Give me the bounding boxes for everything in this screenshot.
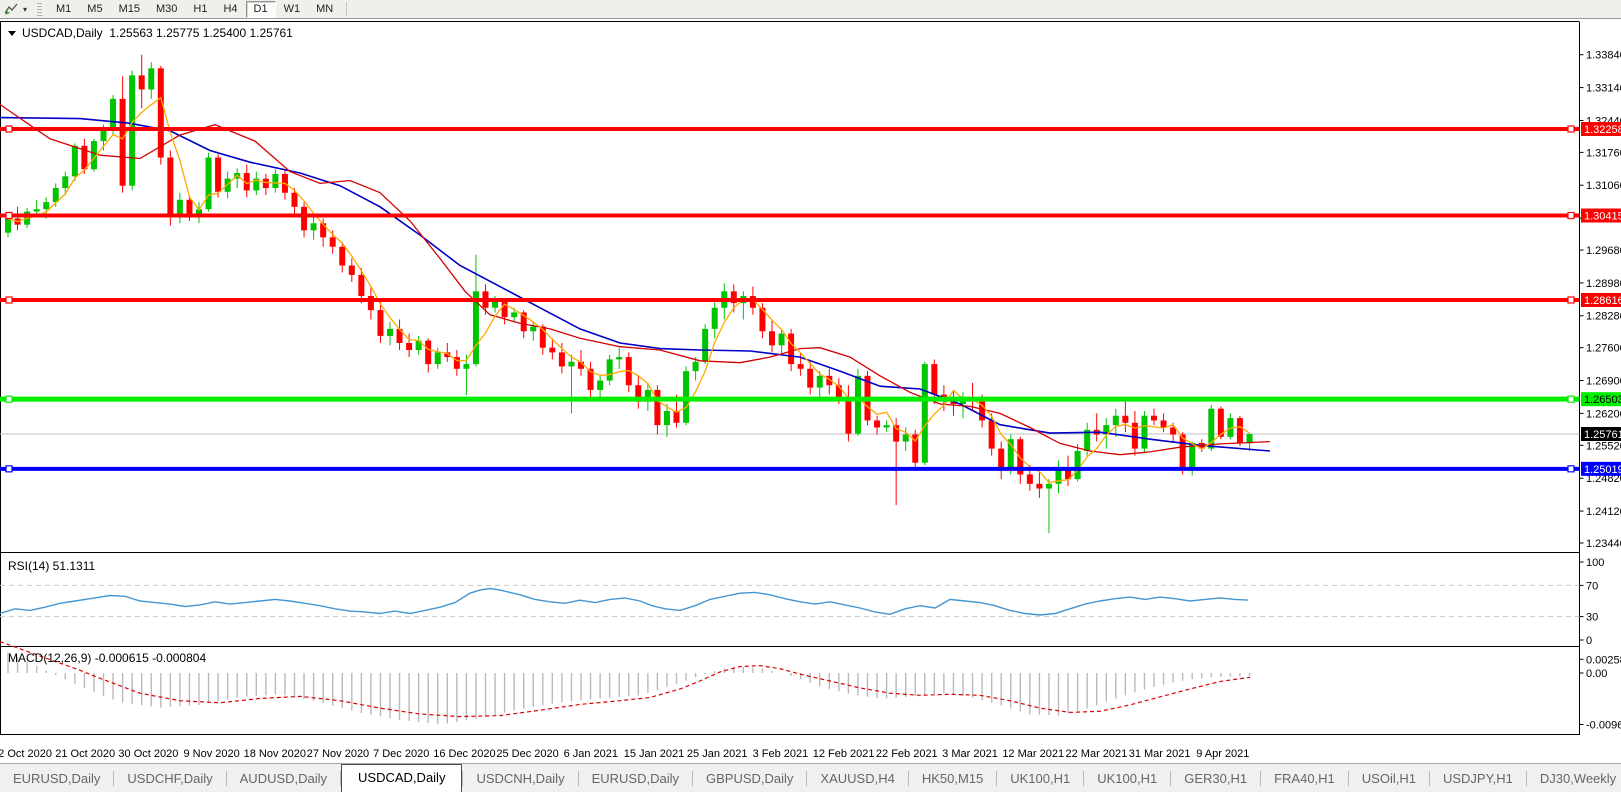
chart-tab-usdchf-daily[interactable]: USDCHF,Daily bbox=[114, 767, 225, 792]
timeframe-button-m5[interactable]: M5 bbox=[79, 1, 110, 18]
svg-text:21 Oct 2020: 21 Oct 2020 bbox=[55, 748, 115, 760]
chart-tab-uk100-h1[interactable]: UK100,H1 bbox=[1084, 767, 1170, 792]
chart-tab-dj30-weekly[interactable]: DJ30,Weekly bbox=[1527, 767, 1621, 792]
svg-text:70: 70 bbox=[1586, 580, 1598, 592]
svg-text:22 Mar 2021: 22 Mar 2021 bbox=[1066, 748, 1128, 760]
timeframe-button-h4[interactable]: H4 bbox=[215, 1, 245, 18]
chart-canvas[interactable]: 1.338401.331401.324401.317601.310601.303… bbox=[0, 0, 1621, 763]
svg-text:22 Feb 2021: 22 Feb 2021 bbox=[876, 748, 938, 760]
chart-tab-eurusd-daily[interactable]: EURUSD,Daily bbox=[579, 767, 692, 792]
svg-text:0.00258: 0.00258 bbox=[1586, 654, 1621, 666]
timeframe-button-mn[interactable]: MN bbox=[308, 1, 341, 18]
svg-text:1.28280: 1.28280 bbox=[1586, 311, 1621, 323]
svg-text:1.24120: 1.24120 bbox=[1586, 506, 1621, 518]
timeframe-button-m15[interactable]: M15 bbox=[111, 1, 148, 18]
chart-tab-usdcnh-daily[interactable]: USDCNH,Daily bbox=[463, 767, 577, 792]
svg-text:1.25019: 1.25019 bbox=[1584, 464, 1621, 476]
svg-text:30 Oct 2020: 30 Oct 2020 bbox=[118, 748, 178, 760]
svg-text:1.27600: 1.27600 bbox=[1586, 343, 1621, 355]
svg-text:USDCAD,Daily 1.25563 1.25775: USDCAD,Daily 1.25563 1.25775 1.25400 1.2… bbox=[22, 26, 293, 40]
chart-tab-bar: EURUSD,DailyUSDCHF,DailyAUDUSD,DailyUSDC… bbox=[0, 763, 1621, 792]
svg-text:1.26503: 1.26503 bbox=[1584, 394, 1621, 406]
timeframe-button-h1[interactable]: H1 bbox=[185, 1, 215, 18]
svg-text:27 Nov 2020: 27 Nov 2020 bbox=[307, 748, 369, 760]
chart-tab-ger30-h1[interactable]: GER30,H1 bbox=[1171, 767, 1260, 792]
svg-text:1.29680: 1.29680 bbox=[1586, 245, 1621, 257]
svg-text:16 Dec 2020: 16 Dec 2020 bbox=[433, 748, 495, 760]
svg-text:12 Mar 2021: 12 Mar 2021 bbox=[1002, 748, 1064, 760]
svg-text:1.30415: 1.30415 bbox=[1584, 211, 1621, 223]
svg-text:31 Mar 2021: 31 Mar 2021 bbox=[1129, 748, 1191, 760]
timeframe-button-w1[interactable]: W1 bbox=[276, 1, 309, 18]
chart-tab-hk50-m15[interactable]: HK50,M15 bbox=[909, 767, 996, 792]
svg-text:12 Oct 2020: 12 Oct 2020 bbox=[0, 748, 52, 760]
svg-text:12 Feb 2021: 12 Feb 2021 bbox=[813, 748, 875, 760]
timeframe-button-d1[interactable]: D1 bbox=[246, 1, 276, 18]
svg-text:1.31760: 1.31760 bbox=[1586, 147, 1621, 159]
svg-text:6 Jan 2021: 6 Jan 2021 bbox=[564, 748, 618, 760]
chart-tab-fra40-h1[interactable]: FRA40,H1 bbox=[1261, 767, 1348, 792]
svg-text:1.23440: 1.23440 bbox=[1586, 538, 1621, 550]
svg-text:1.28616: 1.28616 bbox=[1584, 295, 1621, 307]
svg-text:1.26200: 1.26200 bbox=[1586, 408, 1621, 420]
chart-tab-xauusd-h4[interactable]: XAUUSD,H4 bbox=[807, 767, 907, 792]
svg-text:9 Nov 2020: 9 Nov 2020 bbox=[183, 748, 239, 760]
chart-tab-gbpusd-daily[interactable]: GBPUSD,Daily bbox=[693, 767, 806, 792]
svg-text:0: 0 bbox=[1586, 635, 1592, 647]
timeframe-button-m1[interactable]: M1 bbox=[48, 1, 79, 18]
svg-text:1.26900: 1.26900 bbox=[1586, 376, 1621, 388]
toolbar-grip bbox=[37, 3, 42, 16]
chart-tab-usoil-h1[interactable]: USOil,H1 bbox=[1349, 767, 1429, 792]
svg-text:18 Nov 2020: 18 Nov 2020 bbox=[244, 748, 306, 760]
svg-text:15 Jan 2021: 15 Jan 2021 bbox=[624, 748, 685, 760]
svg-text:1.28980: 1.28980 bbox=[1586, 278, 1621, 290]
svg-text:0.00: 0.00 bbox=[1586, 668, 1607, 680]
svg-text:3 Feb 2021: 3 Feb 2021 bbox=[753, 748, 809, 760]
svg-text:1.25761: 1.25761 bbox=[1584, 429, 1621, 441]
svg-text:1.33140: 1.33140 bbox=[1586, 83, 1621, 95]
chart-tab-audusd-daily[interactable]: AUDUSD,Daily bbox=[227, 767, 340, 792]
chart-tab-uk100-h1[interactable]: UK100,H1 bbox=[997, 767, 1083, 792]
chart-tab-eurusd-daily[interactable]: EURUSD,Daily bbox=[0, 767, 113, 792]
chart-type-dropdown-icon[interactable]: ▾ bbox=[22, 5, 31, 14]
svg-text:1.31060: 1.31060 bbox=[1586, 180, 1621, 192]
svg-text:1.25520: 1.25520 bbox=[1586, 440, 1621, 452]
timeframe-button-m30[interactable]: M30 bbox=[148, 1, 185, 18]
svg-text:1.33840: 1.33840 bbox=[1586, 50, 1621, 62]
svg-text:25 Dec 2020: 25 Dec 2020 bbox=[496, 748, 558, 760]
svg-text:7 Dec 2020: 7 Dec 2020 bbox=[373, 748, 429, 760]
svg-text:30: 30 bbox=[1586, 612, 1598, 624]
chart-tab-usdjpy-h1[interactable]: USDJPY,H1 bbox=[1430, 767, 1526, 792]
svg-text:3 Mar 2021: 3 Mar 2021 bbox=[942, 748, 998, 760]
svg-text:1.32258: 1.32258 bbox=[1584, 124, 1621, 136]
svg-text:-0.00968: -0.00968 bbox=[1586, 720, 1621, 732]
svg-text:9 Apr 2021: 9 Apr 2021 bbox=[1196, 748, 1249, 760]
chart-cursor-icon[interactable] bbox=[3, 2, 21, 17]
svg-text:25 Jan 2021: 25 Jan 2021 bbox=[687, 748, 748, 760]
mt4-window: 1.338401.331401.324401.317601.310601.303… bbox=[0, 0, 1621, 792]
svg-text:100: 100 bbox=[1586, 557, 1604, 569]
toolbar-separator bbox=[346, 2, 347, 16]
svg-text:RSI(14) 51.1311: RSI(14) 51.1311 bbox=[8, 559, 95, 573]
timeframe-toolbar: ▾ M1M5M15M30H1H4D1W1MN bbox=[0, 0, 1621, 19]
chart-tab-usdcad-daily[interactable]: USDCAD,Daily bbox=[341, 764, 462, 792]
svg-text:MACD(12,26,9) -0.000615 -0.000: MACD(12,26,9) -0.000615 -0.000804 bbox=[8, 651, 206, 665]
